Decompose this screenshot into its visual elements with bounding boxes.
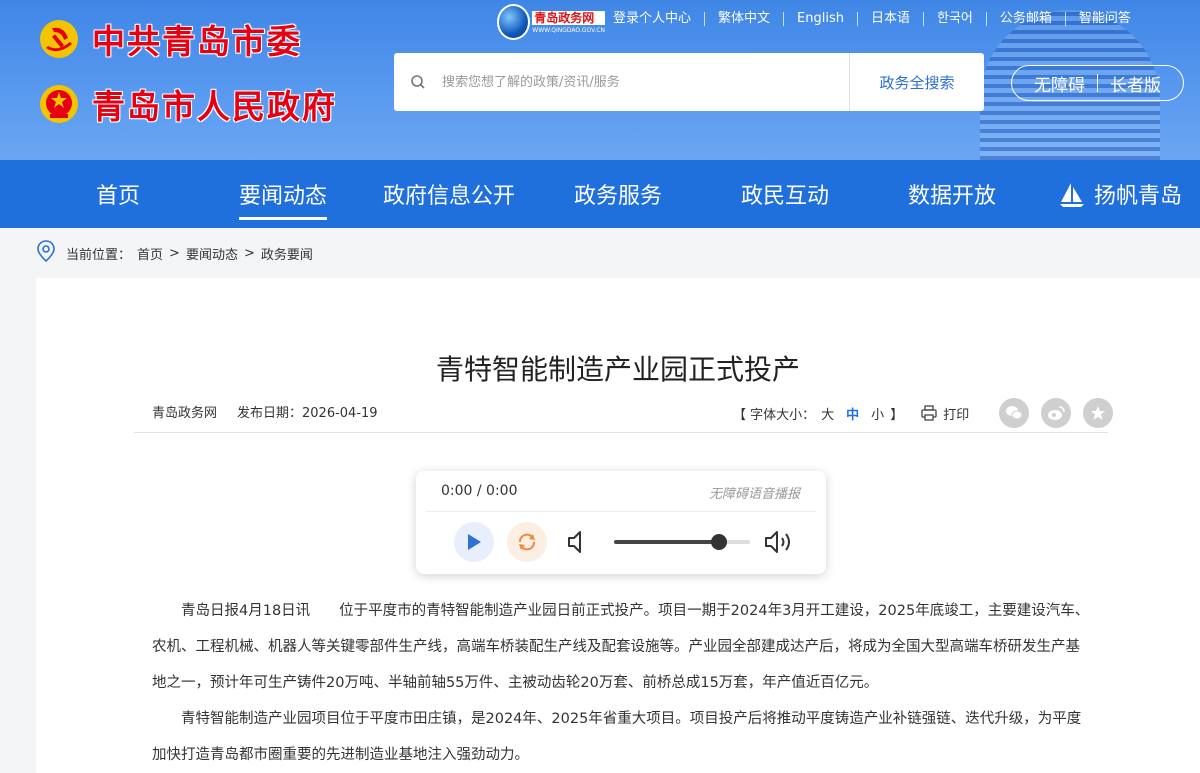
breadcrumb-sep: > xyxy=(169,245,180,261)
accessibility-toggle: 无障碍 长者版 xyxy=(1011,65,1184,101)
sail-icon xyxy=(1058,180,1086,208)
breadcrumb-home[interactable]: 首页 xyxy=(137,244,163,263)
barrier-free-button[interactable]: 无障碍 xyxy=(1034,71,1085,96)
link-traditional-chinese[interactable]: 繁体中文 xyxy=(704,12,783,26)
volume-fill xyxy=(614,540,719,544)
play-button[interactable] xyxy=(454,522,494,562)
link-smart-qa[interactable]: 智能问答 xyxy=(1064,12,1144,26)
speaker-loud-icon xyxy=(765,531,790,553)
elder-version-button[interactable]: 长者版 xyxy=(1110,71,1161,96)
font-size-large[interactable]: 大 xyxy=(821,408,834,423)
article-source: 青岛政务网 xyxy=(152,406,218,421)
audio-label: 无障碍语音播报 xyxy=(708,487,800,502)
article-title: 青特智能制造产业园正式投产 xyxy=(435,353,800,386)
search-button[interactable]: 政务全搜索 xyxy=(849,53,984,111)
party-emblem-icon xyxy=(38,18,80,60)
print-button[interactable]: 打印 xyxy=(921,404,969,423)
title-divider xyxy=(134,432,1108,433)
search-input[interactable] xyxy=(442,74,849,90)
globe-icon xyxy=(497,4,531,40)
font-size-medium[interactable]: 中 xyxy=(846,408,859,423)
link-official-email[interactable]: 公务邮箱 xyxy=(985,12,1065,26)
nav-news[interactable]: 要闻动态 xyxy=(239,160,328,228)
link-japanese[interactable]: 日本语 xyxy=(856,12,923,26)
breadcrumb-news[interactable]: 要闻动态 xyxy=(186,244,238,263)
party-title: 中共青岛市委 xyxy=(92,22,302,61)
volume-max-button[interactable] xyxy=(763,529,795,559)
breadcrumb: 当前位置： 首页 > 要闻动态 > 政务要闻 xyxy=(0,228,1200,278)
article-tools: 【 字体大小： 大中小】 打印 xyxy=(733,398,1114,428)
link-english[interactable]: English xyxy=(783,12,857,26)
link-personal-center[interactable]: 登录个人中心 xyxy=(600,12,704,26)
search-bar: 政务全搜索 xyxy=(394,53,984,111)
share-favorite-icon[interactable] xyxy=(1083,398,1114,428)
share-weibo-icon[interactable] xyxy=(1041,398,1072,428)
audio-divider xyxy=(426,511,816,512)
loop-button[interactable] xyxy=(507,522,547,562)
volume-knob[interactable] xyxy=(710,534,727,550)
gov-title: 青岛市人民政府 xyxy=(92,87,337,126)
print-label: 打印 xyxy=(943,407,970,423)
nav-gov-services[interactable]: 政务服务 xyxy=(574,160,662,228)
site-logo-text: 青岛政务网 xyxy=(532,10,605,25)
play-icon xyxy=(468,534,481,550)
printer-icon xyxy=(921,405,937,421)
party-logo[interactable]: 中共青岛市委 xyxy=(38,15,302,63)
breadcrumb-prefix: 当前位置： xyxy=(66,247,132,263)
article-paragraph-1: 青岛日报4月18日讯 位于平度市的青特智能制造产业园日前正式投产。项目一期于20… xyxy=(152,603,1090,691)
font-size-close: 】 xyxy=(890,407,904,423)
share-wechat-icon[interactable] xyxy=(999,398,1030,428)
top-links: 登录个人中心 繁体中文 English 日本语 한국어 公务邮箱 智能问答 xyxy=(600,12,1144,26)
location-pin-icon xyxy=(36,240,56,266)
font-size-small[interactable]: 小 xyxy=(871,408,884,423)
mute-button[interactable] xyxy=(566,529,588,559)
link-korean[interactable]: 한국어 xyxy=(923,12,986,26)
article-card: 青特智能制造产业园正式投产 青岛政务网 发布日期：2026-04-19 【 字体… xyxy=(36,278,1200,773)
nav-gov-info[interactable]: 政府信息公开 xyxy=(383,160,515,228)
site-header: 中共青岛市委 青岛市人民政府 青岛政务网 WWW.QINGDAO.GOV.CN … xyxy=(0,0,1200,160)
font-size-label: 【 字体大小： xyxy=(733,407,816,423)
speaker-mute-icon xyxy=(568,531,581,553)
audio-time: 0:00 / 0:00 xyxy=(441,483,518,499)
national-emblem-icon xyxy=(38,83,80,125)
breadcrumb-sep: > xyxy=(243,245,255,261)
nav-interaction[interactable]: 政民互动 xyxy=(741,160,829,228)
font-size-control: 【 字体大小： 大中小】 xyxy=(733,404,903,423)
article-meta: 青岛政务网 发布日期：2026-04-19 xyxy=(152,402,378,421)
search-icon xyxy=(394,74,442,90)
article-paragraph-2: 青特智能制造产业园项目位于平度市田庄镇，是2024年、2025年省重大项目。项目… xyxy=(152,711,1082,763)
main-nav: 首页 要闻动态 政府信息公开 政务服务 政民互动 数据开放 扬帆青岛 xyxy=(0,160,1200,228)
volume-slider[interactable] xyxy=(614,534,750,550)
audio-player: 0:00 / 0:00 无障碍语音播报 xyxy=(416,471,826,574)
nav-open-data[interactable]: 数据开放 xyxy=(908,160,996,228)
article-date: 发布日期：2026-04-19 xyxy=(237,406,378,421)
nav-yangfan-qingdao[interactable]: 扬帆青岛 xyxy=(1058,160,1182,228)
qingdao-gov-site-logo[interactable]: 青岛政务网 WWW.QINGDAO.GOV.CN xyxy=(497,2,605,42)
breadcrumb-gov-news[interactable]: 政务要闻 xyxy=(261,244,313,263)
loop-icon xyxy=(519,533,535,551)
nav-yangfan-label: 扬帆青岛 xyxy=(1094,184,1183,209)
site-logo-sub: WWW.QINGDAO.GOV.CN xyxy=(532,26,605,34)
nav-home[interactable]: 首页 xyxy=(96,160,140,228)
access-divider xyxy=(1097,74,1098,92)
gov-logo[interactable]: 青岛市人民政府 xyxy=(38,80,337,128)
